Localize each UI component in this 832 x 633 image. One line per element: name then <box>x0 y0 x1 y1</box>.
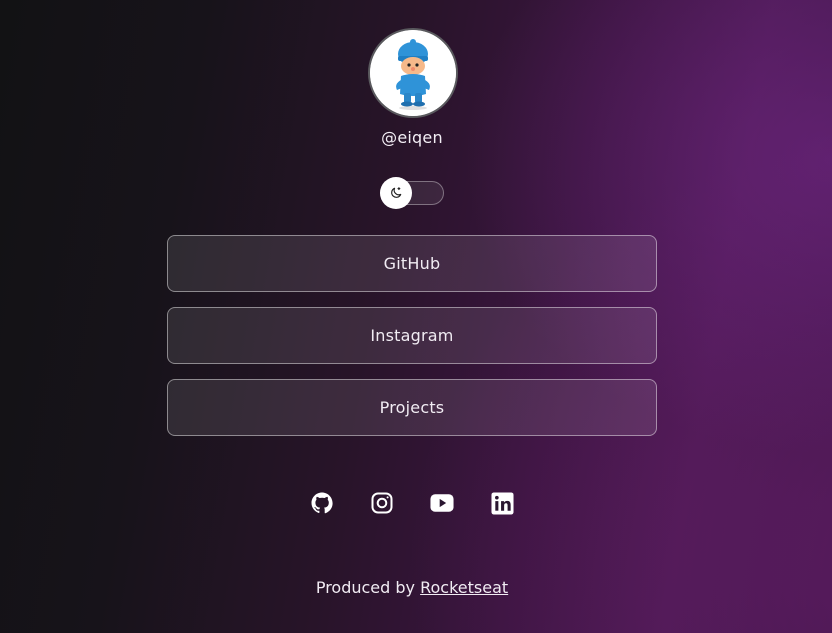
theme-toggle-knob[interactable] <box>380 177 412 209</box>
link-list: GitHub Instagram Projects <box>167 235 657 451</box>
moon-icon <box>391 187 402 198</box>
social-links <box>0 490 824 516</box>
youtube-icon[interactable] <box>430 490 454 516</box>
rocketseat-link[interactable]: Rocketseat <box>420 578 508 597</box>
instagram-icon[interactable] <box>370 490 394 516</box>
profile-username: @eiqen <box>381 128 443 147</box>
footer-prefix: Produced by <box>315 578 421 597</box>
profile-avatar <box>368 28 458 118</box>
theme-toggle[interactable] <box>380 177 444 209</box>
link-button-github[interactable]: GitHub <box>167 235 657 292</box>
link-button-instagram[interactable]: Instagram <box>167 307 657 364</box>
github-icon[interactable] <box>310 490 334 516</box>
pocoyo-avatar-icon <box>370 30 456 116</box>
footer: Produced by Rocketseat <box>0 578 824 597</box>
link-button-projects[interactable]: Projects <box>167 379 657 436</box>
linkedin-icon[interactable] <box>490 490 514 516</box>
page: @eiqen GitHub Instagram Projects Produce… <box>0 0 832 633</box>
